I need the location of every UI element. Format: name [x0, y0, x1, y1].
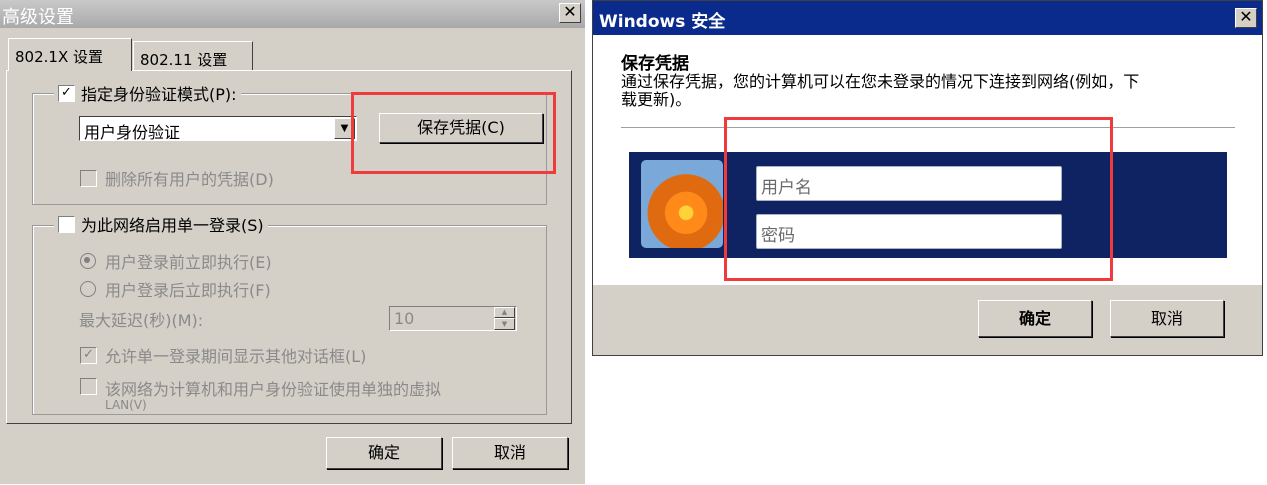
cancel-button[interactable]: 取消: [452, 437, 568, 469]
cancel-label: 取消: [493, 443, 526, 462]
allow-dialogs-row: ✓ 允许单一登录期间显示其他对话框(L): [80, 343, 366, 367]
dialog-title: 高级设置: [2, 7, 74, 28]
spin-up-icon[interactable]: ▲: [494, 307, 515, 318]
close-icon: ✕: [1239, 7, 1253, 26]
delete-creds-label: 删除所有用户的凭据(D): [105, 170, 274, 189]
radio-before-label: 用户登录前立即执行(E): [105, 253, 272, 272]
auth-mode-select[interactable]: 用户身份验证 ▼: [79, 116, 357, 142]
radio-before-row: 用户登录前立即执行(E): [80, 249, 272, 273]
delay-label: 最大延迟(秒)(M):: [79, 311, 204, 330]
tab-8021x[interactable]: 802.1X 设置: [8, 38, 132, 71]
description-line2: 载更新)。: [621, 90, 692, 109]
sso-checkbox[interactable]: [58, 215, 75, 233]
allow-dialogs-checkbox[interactable]: ✓: [80, 346, 97, 364]
ok-button[interactable]: 确定: [326, 437, 442, 469]
vlan-label-line1: 该网络为计算机和用户身份验证使用单独的虚拟: [105, 380, 442, 399]
highlight-credential-fields: [724, 117, 1113, 281]
auth-mode-label: 指定身份验证模式(P):: [81, 85, 237, 104]
auth-mode-value: 用户身份验证: [84, 123, 181, 142]
vlan-label-line2: LAN(V): [105, 398, 147, 412]
sso-label: 为此网络启用单一登录(S): [81, 216, 264, 235]
spin-down-icon[interactable]: ▼: [494, 318, 515, 330]
ok-label: 确定: [367, 443, 400, 462]
vlan-row: 该网络为计算机和用户身份验证使用单独的虚拟 LAN(V): [80, 376, 441, 412]
radio-before[interactable]: [80, 253, 96, 269]
close-button[interactable]: ✕: [1235, 8, 1257, 28]
delay-value: 10: [394, 309, 415, 328]
advanced-settings-dialog: 高级设置 ✕ 802.1X 设置 802.11 设置 ✓ 指定身份验证模式(P)…: [0, 0, 585, 484]
title-bar: 高级设置 ✕: [0, 0, 585, 28]
delete-creds-row: 删除所有用户的凭据(D): [80, 166, 274, 190]
auth-mode-checkbox[interactable]: ✓: [58, 84, 75, 102]
ok-button[interactable]: 确定: [978, 300, 1092, 337]
delay-spinner[interactable]: 10 ▲ ▼: [389, 306, 517, 331]
highlight-save-credentials: [351, 92, 556, 174]
vlan-checkbox[interactable]: [80, 378, 97, 395]
close-button[interactable]: ✕: [559, 3, 581, 23]
sso-legend: 为此网络启用单一登录(S): [54, 212, 268, 236]
tab-80211[interactable]: 802.11 设置: [133, 41, 253, 71]
tab-label: 802.1X 设置: [15, 48, 103, 66]
description-line1: 通过保存凭据，您的计算机可以在您未登录的情况下连接到网络(例如，下: [621, 72, 1140, 91]
dialog-title: Windows 安全: [599, 12, 726, 32]
close-icon: ✕: [563, 2, 577, 21]
user-avatar-icon: [641, 160, 723, 248]
radio-after-row: 用户登录后立即执行(F): [80, 277, 271, 301]
cancel-label: 取消: [1150, 309, 1183, 328]
radio-after[interactable]: [80, 281, 96, 297]
radio-after-label: 用户登录后立即执行(F): [105, 281, 271, 300]
delete-creds-checkbox[interactable]: [80, 169, 97, 187]
description: 通过保存凭据，您的计算机可以在您未登录的情况下连接到网络(例如，下 载更新)。: [621, 73, 1139, 109]
ok-label: 确定: [1018, 309, 1051, 328]
cancel-button[interactable]: 取消: [1110, 300, 1224, 337]
tab-label: 802.11 设置: [140, 51, 228, 69]
title-bar: Windows 安全 ✕: [593, 1, 1262, 35]
auth-mode-legend: ✓ 指定身份验证模式(P):: [54, 82, 241, 104]
heading: 保存凭据: [621, 54, 689, 74]
allow-dialogs-label: 允许单一登录期间显示其他对话框(L): [105, 347, 367, 366]
